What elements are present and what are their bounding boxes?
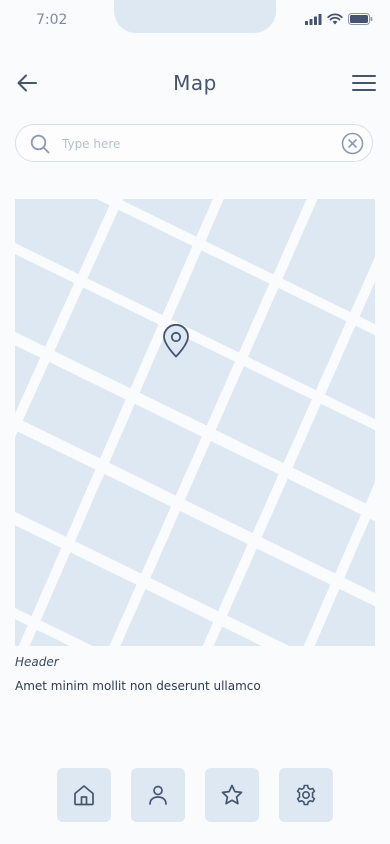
nav-settings-button[interactable] (279, 768, 333, 822)
star-icon (221, 784, 243, 805)
battery-icon (348, 13, 373, 25)
wifi-icon (327, 13, 343, 25)
map-caption-header: Header (15, 655, 59, 669)
search-input[interactable] (60, 131, 334, 157)
status-icons (305, 13, 373, 25)
map-screen: 7:02 Map Type here Header Amet minim mol… (0, 0, 390, 844)
location-pin-icon[interactable] (162, 324, 190, 358)
signal-icon (305, 13, 322, 25)
device-notch (114, 0, 276, 33)
map-streets (15, 199, 375, 646)
page-title: Map (173, 71, 217, 95)
nav-favorites-button[interactable] (205, 768, 259, 822)
menu-button[interactable] (350, 70, 378, 96)
map-view[interactable] (15, 199, 375, 646)
hamburger-menu-icon (352, 75, 376, 91)
nav-home-button[interactable] (57, 768, 111, 822)
search-icon (30, 134, 50, 154)
nav-profile-button[interactable] (131, 768, 185, 822)
user-icon (149, 785, 167, 805)
settings-gear-icon (296, 784, 316, 806)
app-header: Map (0, 62, 390, 104)
map-caption-text: Amet minim mollit non deserunt ullamco (15, 679, 261, 693)
status-time: 7:02 (36, 12, 68, 28)
search-bar (15, 124, 373, 162)
bottom-nav (57, 768, 333, 822)
clear-circle-x-icon[interactable] (341, 132, 364, 155)
home-icon (74, 785, 94, 806)
